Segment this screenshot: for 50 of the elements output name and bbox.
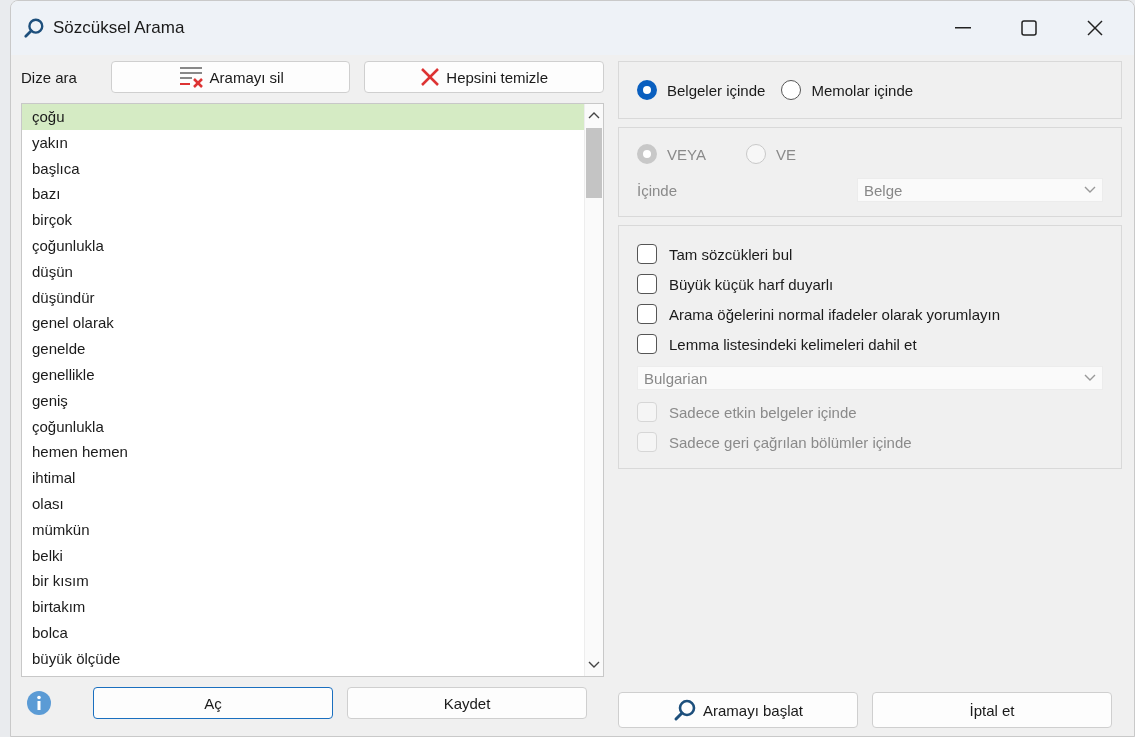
list-item[interactable]: düşün (22, 258, 584, 285)
list-item[interactable]: yakın (22, 129, 584, 156)
search-label: Dize ara (21, 68, 78, 86)
list-item[interactable]: mümkün (22, 516, 584, 543)
search-icon (23, 17, 45, 39)
scope-radio[interactable]: Belgeler içinde (637, 80, 766, 100)
scroll-thumb[interactable] (586, 128, 602, 198)
list-item[interactable]: hemen hemen (22, 439, 584, 466)
list-item[interactable]: bir kısım (22, 568, 584, 595)
chevron-down-icon (1084, 374, 1096, 382)
list-item[interactable]: geniş (22, 387, 584, 414)
scope-radio[interactable]: Memolar içinde (781, 80, 914, 100)
list-item[interactable]: genelde (22, 336, 584, 362)
search-icon (672, 698, 697, 722)
list-item[interactable]: birçok (22, 207, 584, 233)
list-item[interactable]: büyük ölçüde (22, 645, 584, 672)
minimize-icon[interactable] (955, 27, 971, 29)
clear-all-button[interactable]: Hepsini temizle (364, 61, 604, 93)
list-item[interactable]: çoğunlukla (22, 413, 584, 440)
cancel-button[interactable]: İptal et (872, 692, 1112, 728)
clear-list-icon (177, 66, 204, 88)
inside-label: İçinde (637, 181, 679, 199)
list-item[interactable]: olası (22, 490, 584, 517)
list-item[interactable]: belki (22, 542, 584, 569)
maximize-icon[interactable] (1021, 20, 1037, 36)
chevron-down-icon (1084, 186, 1096, 194)
list-item[interactable]: çoğu (22, 104, 584, 130)
list-item[interactable]: başlıca (22, 155, 584, 182)
list-item[interactable]: düşündür (22, 284, 584, 311)
clear-search-button[interactable]: Aramayı sil (110, 61, 351, 93)
option-checkbox[interactable]: Arama öğelerini normal ifadeler olarak yorumlayın (637, 302, 1103, 326)
option-checkbox[interactable]: Büyük küçük harf duyarlı (637, 272, 1103, 296)
close-icon (420, 67, 441, 87)
chevron-down-icon (588, 661, 600, 669)
start-search-button[interactable]: Aramayı başlat (618, 692, 858, 728)
option-checkbox[interactable]: Lemma listesindeki kelimeleri dahil et (637, 332, 1103, 356)
list-item[interactable]: birtakım (22, 594, 584, 620)
list-item[interactable]: bolca (22, 619, 584, 646)
list-item[interactable]: bazı (22, 181, 584, 208)
option-checkbox[interactable]: Tam sözcükleri bul (637, 242, 1103, 266)
scroll-up-icon[interactable] (588, 111, 600, 119)
list-item[interactable]: çoğunlukla (22, 233, 584, 259)
list-item[interactable]: ihtimal (22, 465, 584, 491)
window-title: Sözcüksel Arama (53, 18, 186, 38)
list-item[interactable]: genel olarak (22, 310, 584, 337)
close-icon[interactable] (1087, 20, 1103, 36)
open-button[interactable]: Aç (93, 687, 333, 719)
list-item[interactable]: genellikle (22, 361, 584, 388)
info-icon[interactable] (27, 691, 51, 715)
save-button[interactable]: Kaydet (347, 687, 587, 719)
